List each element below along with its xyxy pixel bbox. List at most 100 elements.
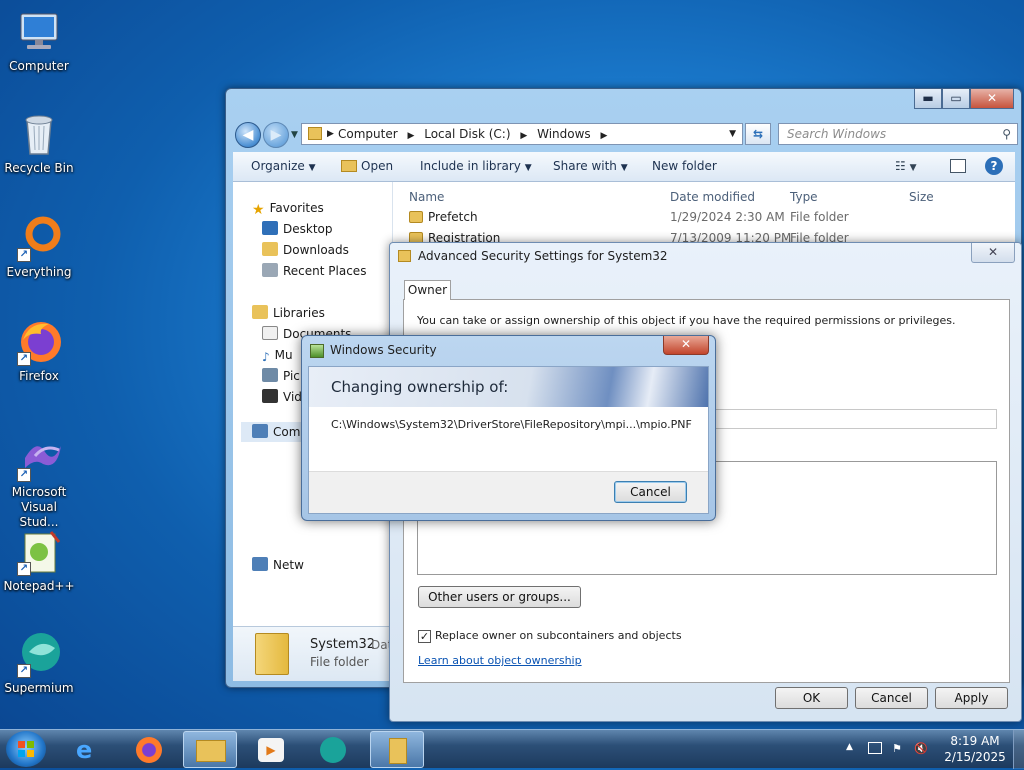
- clock[interactable]: 8:19 AM 2/15/2025: [940, 733, 1010, 765]
- organize-label: Organize: [251, 159, 305, 173]
- desktop-icon-recycle-bin[interactable]: Recycle Bin: [0, 110, 78, 176]
- internet-explorer-icon: e: [76, 736, 93, 764]
- computer-icon: [15, 8, 63, 56]
- breadcrumb-computer[interactable]: Computer: [338, 127, 398, 141]
- nav-label: Downloads: [283, 243, 349, 257]
- nav-libraries[interactable]: Libraries: [252, 303, 325, 323]
- breadcrumb-local-disk[interactable]: Local Disk (C:): [424, 127, 510, 141]
- nav-recent-places[interactable]: Recent Places: [262, 261, 366, 281]
- apply-button[interactable]: Apply: [935, 687, 1008, 709]
- organize-menu[interactable]: Organize ▼: [251, 159, 316, 173]
- show-desktop-button[interactable]: [1013, 730, 1024, 769]
- desktop-icon-visual-studio[interactable]: ↗ Microsoft Visual Stud...: [0, 434, 78, 530]
- desktop-icon-notepadpp[interactable]: ↗ Notepad++: [0, 528, 78, 594]
- folder-large-icon: [255, 633, 289, 675]
- cancel-button[interactable]: Cancel: [614, 481, 687, 503]
- firefox-icon: ↗: [15, 318, 63, 366]
- column-header-type[interactable]: Type: [790, 190, 818, 204]
- nav-pictures[interactable]: Pic: [262, 366, 300, 386]
- taskbar: e ▶ ▲ ⚑ 🔇 8:19 AM 2/15/2025: [0, 729, 1024, 769]
- view-options-icon[interactable]: ☷ ▼: [895, 159, 917, 173]
- refresh-icon[interactable]: ⇆: [745, 123, 771, 145]
- maximize-button[interactable]: ▭: [942, 89, 970, 109]
- nav-downloads[interactable]: Downloads: [262, 240, 349, 260]
- dialog-title: Advanced Security Settings for System32: [418, 249, 668, 263]
- chevron-down-icon: ▼: [620, 163, 628, 173]
- address-bar[interactable]: ▶ Computer ▶ Local Disk (C:) ▶ Windows ▶…: [301, 123, 743, 145]
- command-bar: Organize ▼ Open Include in library ▼ Sha…: [233, 152, 1015, 182]
- replace-owner-checkbox[interactable]: ✓: [418, 630, 431, 643]
- nav-videos[interactable]: Vid: [262, 387, 302, 407]
- ok-button[interactable]: OK: [775, 687, 848, 709]
- desktop-icon-computer[interactable]: Computer: [0, 8, 78, 74]
- open-folder-icon: [341, 160, 357, 172]
- breadcrumb-arrow-icon[interactable]: ▶: [407, 131, 414, 141]
- include-in-library-menu[interactable]: Include in library ▼: [420, 159, 532, 173]
- address-dropdown-icon[interactable]: ▼: [729, 124, 736, 144]
- windows-security-dialog: Windows Security ✕ Changing ownership of…: [301, 335, 716, 521]
- taskbar-folder-window[interactable]: [370, 731, 424, 768]
- minimize-button[interactable]: ▬: [914, 89, 942, 109]
- recent-places-icon: [262, 263, 278, 277]
- nav-favorites[interactable]: ★ Favorites: [252, 198, 324, 218]
- include-in-library-label: Include in library: [420, 159, 521, 173]
- network-icon[interactable]: [868, 742, 882, 754]
- visual-studio-icon: ↗: [15, 434, 63, 482]
- recent-pages-chevron-icon[interactable]: ▼: [291, 130, 298, 140]
- close-button[interactable]: ✕: [971, 243, 1015, 263]
- breadcrumb-arrow-icon[interactable]: ▶: [327, 124, 334, 144]
- nav-desktop[interactable]: Desktop: [262, 219, 333, 239]
- desktop-icon-everything[interactable]: ↗ Everything: [0, 214, 78, 280]
- desktop-icon-label: Recycle Bin: [4, 161, 74, 175]
- tab-owner[interactable]: Owner: [404, 280, 451, 300]
- share-with-menu[interactable]: Share with ▼: [553, 159, 628, 173]
- file-type: File folder: [790, 210, 849, 224]
- action-center-flag-icon[interactable]: ⚑: [892, 742, 902, 755]
- progress-heading: Changing ownership of:: [331, 378, 509, 396]
- file-date: 1/29/2024 2:30 AM: [670, 210, 785, 224]
- search-input[interactable]: Search Windows ⚲: [778, 123, 1018, 145]
- windows-logo-icon: [18, 741, 34, 757]
- navigation-bar: ◀ ▶ ▼ ▶ Computer ▶ Local Disk (C:) ▶ Win…: [233, 120, 1018, 150]
- column-header-size[interactable]: Size: [909, 190, 934, 204]
- column-header-name[interactable]: Name: [409, 190, 444, 204]
- help-icon[interactable]: ?: [985, 157, 1003, 175]
- nav-label: Pic: [283, 369, 300, 383]
- desktop-icon-firefox[interactable]: ↗ Firefox: [0, 318, 78, 384]
- nav-label: Libraries: [273, 306, 325, 320]
- desktop-icon-supermium[interactable]: ↗ Supermium: [0, 630, 78, 696]
- nav-label: Favorites: [269, 201, 324, 215]
- cancel-button[interactable]: Cancel: [855, 687, 928, 709]
- shortcut-arrow-icon: ↗: [17, 248, 31, 262]
- column-header-date-modified[interactable]: Date modified: [670, 190, 755, 204]
- breadcrumb-arrow-icon[interactable]: ▶: [601, 131, 608, 141]
- nav-label: Recent Places: [283, 264, 367, 278]
- taskbar-media-player[interactable]: ▶: [244, 731, 298, 768]
- taskbar-supermium[interactable]: [306, 731, 360, 768]
- dialog-title: Windows Security: [330, 343, 437, 357]
- close-button[interactable]: ✕: [663, 336, 709, 355]
- nav-network[interactable]: Netw: [252, 555, 304, 575]
- back-button[interactable]: ◀: [235, 122, 261, 148]
- show-hidden-icons-button[interactable]: ▲: [846, 742, 853, 752]
- progress-content: Changing ownership of: C:\Windows\System…: [308, 366, 709, 514]
- open-button[interactable]: Open: [341, 159, 393, 173]
- breadcrumb-arrow-icon[interactable]: ▶: [520, 131, 527, 141]
- file-row[interactable]: Prefetch 1/29/2024 2:30 AM File folder: [409, 207, 849, 227]
- taskbar-firefox[interactable]: [122, 731, 176, 768]
- clock-date: 2/15/2025: [944, 750, 1006, 764]
- new-folder-button[interactable]: New folder: [652, 159, 717, 173]
- start-button[interactable]: [6, 731, 46, 767]
- breadcrumb-windows[interactable]: Windows: [537, 127, 591, 141]
- forward-button[interactable]: ▶: [263, 122, 289, 148]
- taskbar-explorer[interactable]: [183, 731, 237, 768]
- learn-ownership-link[interactable]: Learn about object ownership: [418, 654, 582, 667]
- volume-muted-icon[interactable]: 🔇: [914, 742, 928, 755]
- other-users-button[interactable]: Other users or groups...: [418, 586, 581, 608]
- close-button[interactable]: ✕: [970, 89, 1014, 109]
- nav-music[interactable]: ♪ Mu: [262, 345, 293, 365]
- preview-pane-icon[interactable]: [950, 159, 966, 173]
- search-icon[interactable]: ⚲: [1002, 124, 1011, 144]
- nav-label: Desktop: [283, 222, 333, 236]
- taskbar-ie[interactable]: e: [62, 731, 116, 768]
